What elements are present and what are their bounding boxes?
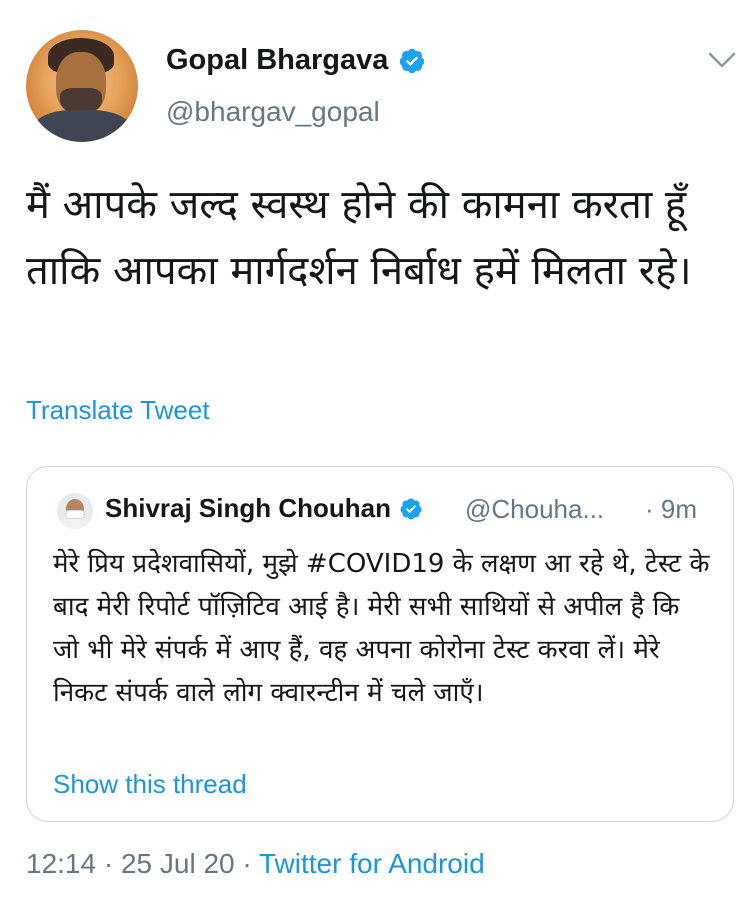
show-thread-link[interactable]: Show this thread [53, 769, 247, 800]
quoted-tweet[interactable]: Shivraj Singh Chouhan @Chouha... · 9m मे… [26, 466, 734, 822]
quoted-time-separator: · [645, 494, 654, 524]
tweet-date[interactable]: 25 Jul 20 [121, 848, 235, 879]
tweet-time[interactable]: 12:14 [26, 848, 96, 879]
meta-separator: · [242, 848, 252, 879]
quoted-tweet-text: मेरे प्रिय प्रदेशवासियों, मुझे #COVID19 … [53, 549, 710, 708]
avatar-body [32, 110, 132, 142]
quoted-author-display-name[interactable]: Shivraj Singh Chouhan [105, 493, 423, 524]
verified-badge-icon [400, 498, 422, 519]
translate-tweet-link[interactable]: Translate Tweet [26, 395, 210, 426]
tweet-meta: 12:14 · 25 Jul 20 · Twitter for Android [26, 848, 485, 880]
quoted-avatar-mask [65, 510, 85, 519]
quoted-time-value[interactable]: 9m [661, 494, 697, 524]
author-display-name[interactable]: Gopal Bhargava [166, 44, 426, 77]
author-name-text[interactable]: Gopal Bhargava [166, 44, 388, 77]
quoted-author-avatar[interactable] [57, 493, 93, 529]
chevron-down-icon[interactable] [704, 48, 740, 72]
tweet-text: मैं आपके जल्द स्वस्थ होने की कामना करता … [26, 182, 692, 294]
tweet-source-link[interactable]: Twitter for Android [259, 848, 485, 879]
author-handle[interactable]: @bhargav_gopal [166, 96, 380, 128]
quoted-author-handle[interactable]: @Chouha... [465, 494, 604, 525]
meta-separator: · [103, 848, 114, 879]
verified-badge-icon [400, 48, 425, 73]
quoted-author-name-text[interactable]: Shivraj Singh Chouhan [105, 493, 391, 524]
quoted-timestamp[interactable]: · 9m [645, 494, 697, 525]
quoted-avatar-body [60, 518, 90, 529]
author-avatar[interactable] [26, 30, 138, 142]
